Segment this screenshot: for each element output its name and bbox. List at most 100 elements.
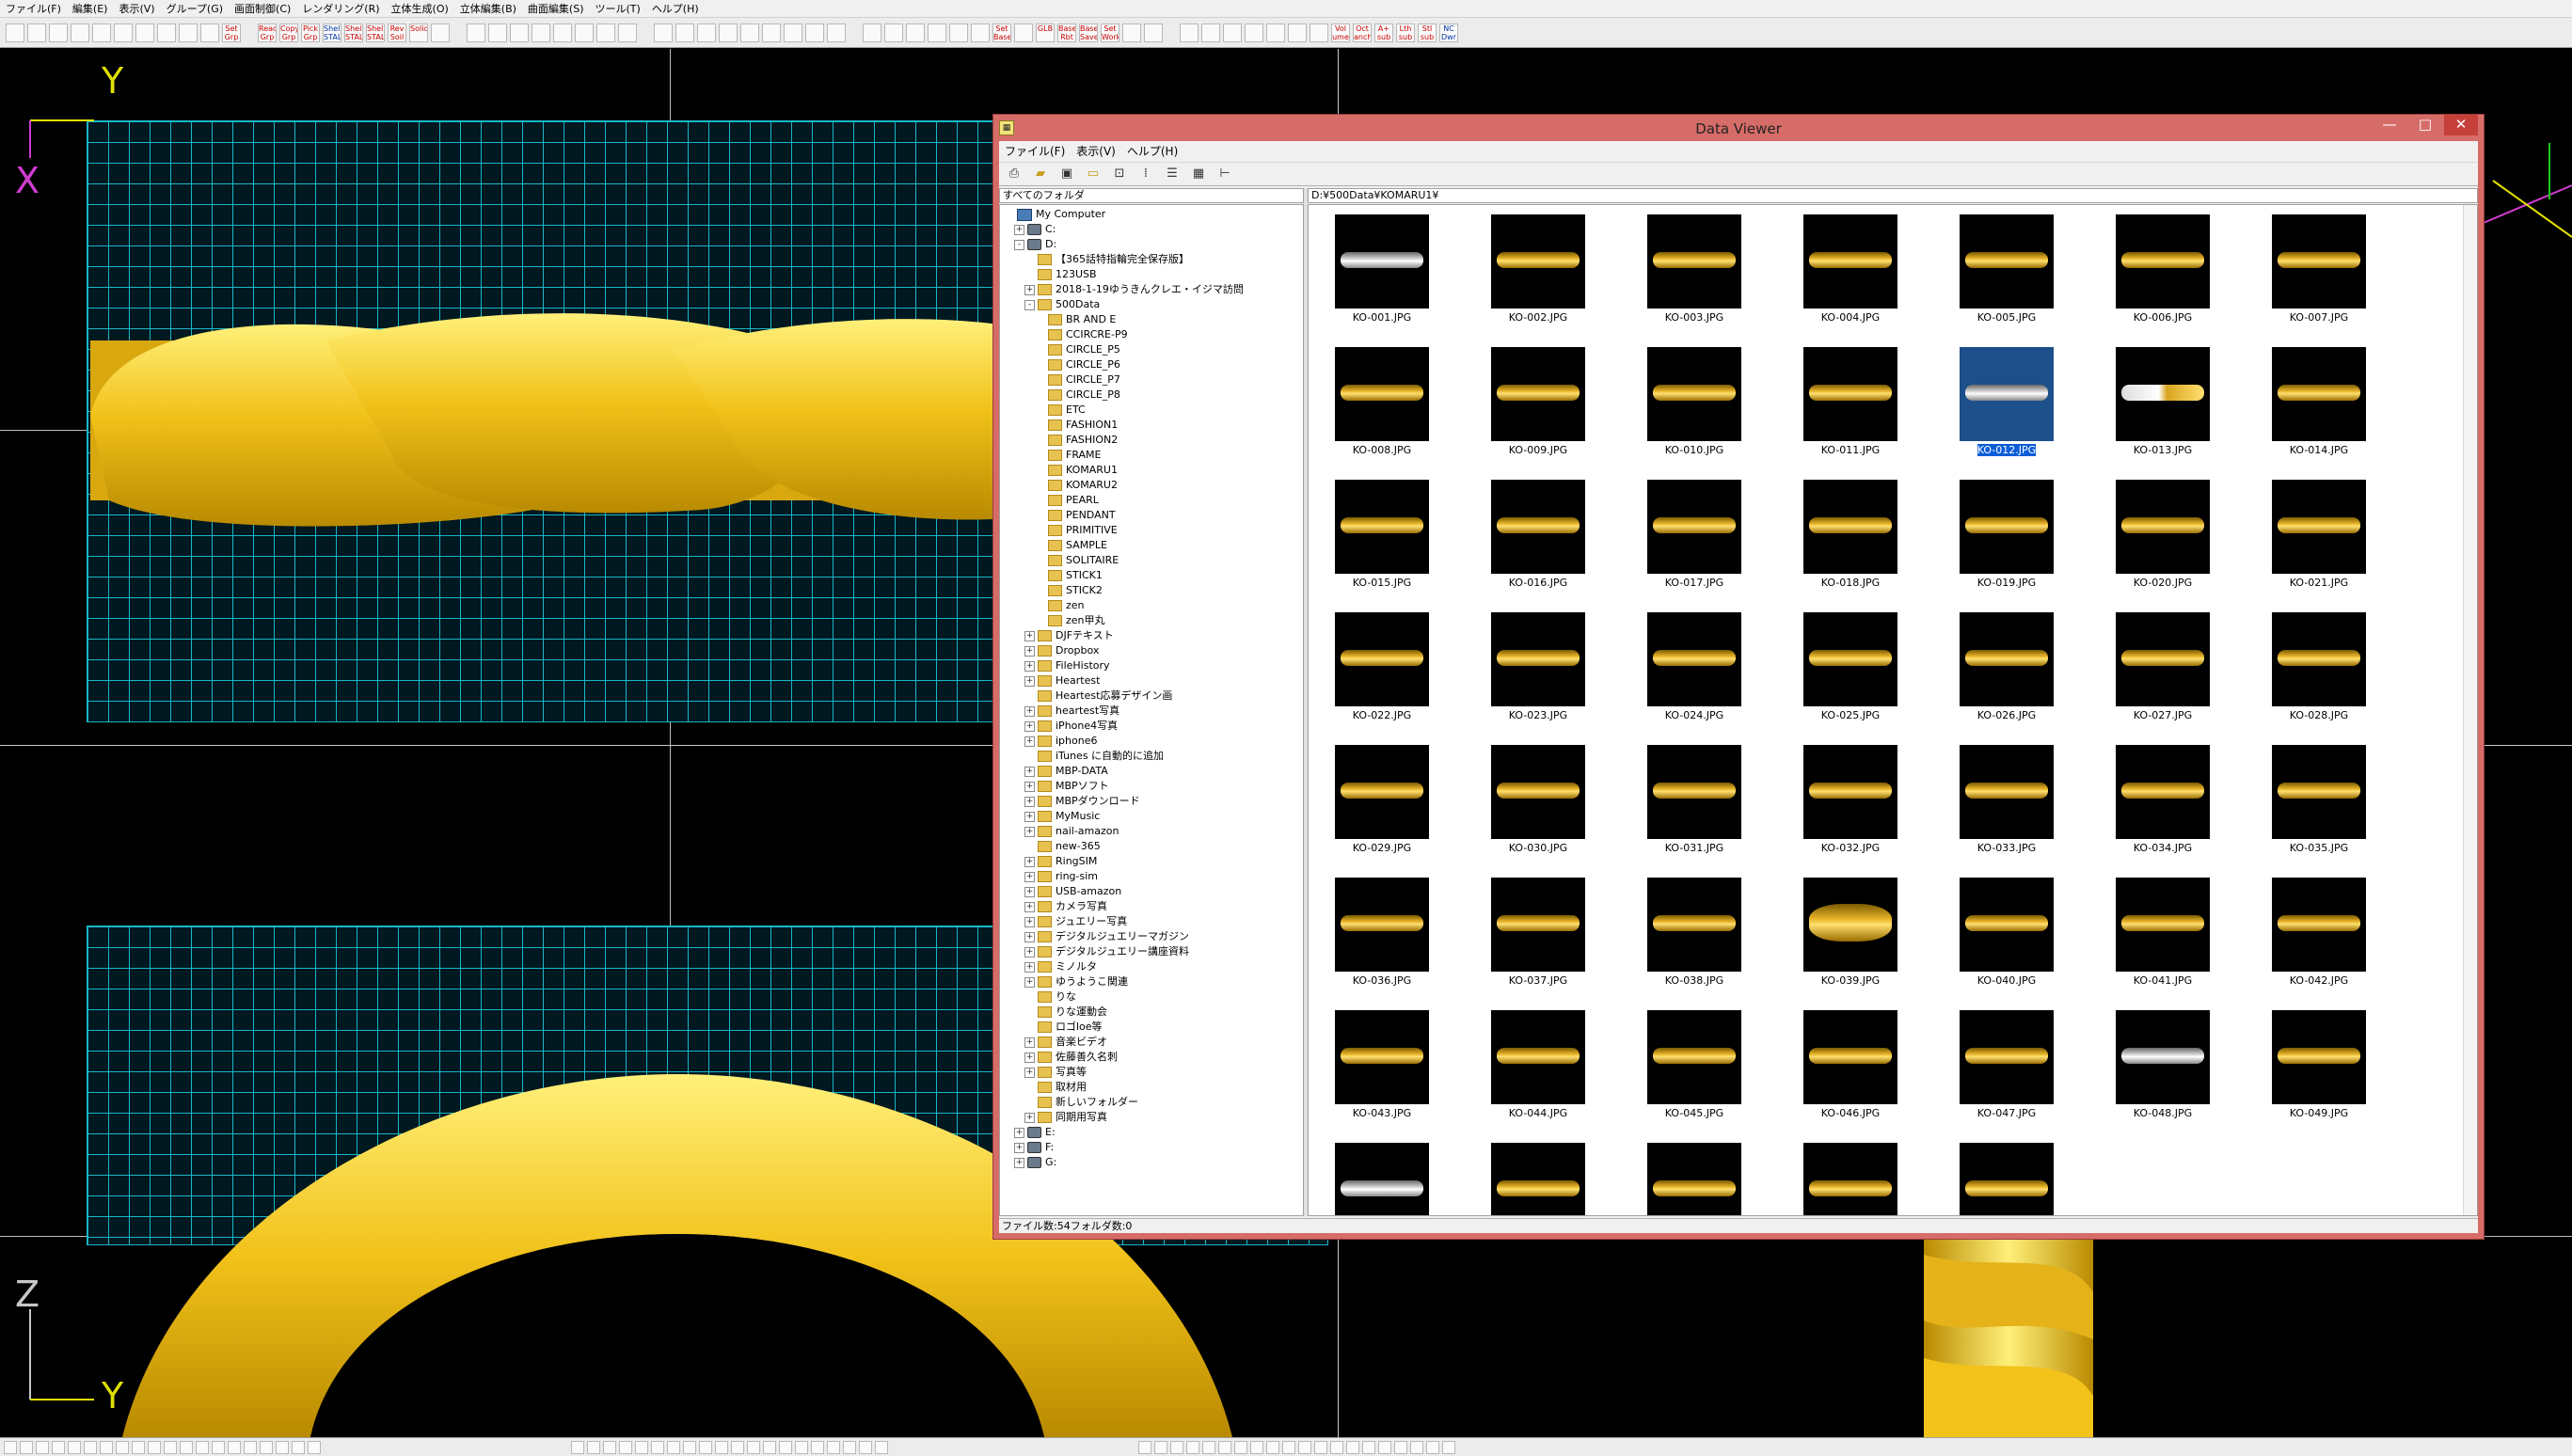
statusbar-tool-icon[interactable] [731, 1440, 744, 1454]
thumbnail-filename[interactable]: KO-031.JPG [1633, 842, 1755, 854]
thumbnail-filename[interactable]: KO-013.JPG [2102, 444, 2224, 456]
thumbnail-image[interactable] [1803, 878, 1897, 972]
thumbnail-image[interactable] [1960, 347, 2054, 441]
thumbnail-image[interactable] [2272, 1010, 2366, 1104]
thumbnail-image[interactable] [1647, 1143, 1741, 1215]
expand-icon[interactable]: + [1014, 224, 1024, 235]
thumbnail-image[interactable] [1491, 1143, 1585, 1215]
cad-toolbar-button[interactable] [596, 23, 615, 42]
tree-item[interactable]: PEARL [1035, 493, 1099, 508]
statusbar-tool-icon[interactable] [619, 1440, 632, 1454]
cad-menu-item[interactable]: 画面制御(C) [229, 1, 296, 16]
cad-toolbar-button[interactable] [532, 23, 550, 42]
cad-menu-item[interactable]: 編集(E) [67, 1, 114, 16]
tree-item[interactable]: + iPhone4写真 [1024, 719, 1118, 734]
thumbnail-image[interactable] [1960, 745, 2054, 839]
expand-icon[interactable]: + [1024, 675, 1035, 687]
cad-toolbar-button[interactable] [1201, 23, 1220, 42]
expand-icon[interactable]: + [1024, 811, 1035, 822]
tree-item[interactable]: + DJFテキスト [1024, 628, 1114, 643]
expand-icon[interactable]: + [1024, 1052, 1035, 1063]
thumbnail-image[interactable] [1647, 347, 1741, 441]
expand-icon[interactable]: + [1024, 946, 1035, 957]
tree-item[interactable]: + 同期用写真 [1024, 1110, 1107, 1125]
thumbnail-image[interactable] [2116, 612, 2210, 706]
tree-item[interactable]: + USB-amazon [1024, 884, 1121, 899]
cad-toolbar-button[interactable] [49, 23, 68, 42]
tree-item[interactable]: CIRCLE_P6 [1035, 357, 1120, 372]
statusbar-tool-icon[interactable] [747, 1440, 760, 1454]
tree-item[interactable]: + Heartest [1024, 673, 1100, 688]
thumbnail-filename[interactable]: KO-043.JPG [1321, 1107, 1443, 1119]
statusbar-tool-icon[interactable] [308, 1440, 321, 1454]
statusbar-tool-icon[interactable] [683, 1440, 696, 1454]
thumbnail-image[interactable] [1491, 480, 1585, 574]
cad-toolbar-button[interactable]: GLB [1036, 23, 1055, 42]
expand-icon[interactable]: + [1024, 871, 1035, 882]
vertical-scrollbar[interactable] [2463, 205, 2477, 1215]
thumbnail-filename[interactable]: KO-042.JPG [2258, 974, 2380, 987]
cad-toolbar-button[interactable]: Vol ume [1331, 23, 1350, 42]
tree-item[interactable]: STICK1 [1035, 568, 1103, 583]
tree-item[interactable]: + MBP-DATA [1024, 764, 1108, 779]
thumbnail-image[interactable] [2272, 214, 2366, 309]
tree-item[interactable]: りな運動会 [1024, 1005, 1107, 1020]
statusbar-tool-icon[interactable] [1266, 1440, 1279, 1454]
cad-toolbar-button[interactable] [654, 23, 673, 42]
cad-toolbar-button[interactable] [805, 23, 824, 42]
statusbar-tool-icon[interactable] [1346, 1440, 1359, 1454]
thumbnail-image[interactable] [1647, 612, 1741, 706]
close-button[interactable]: ✕ [2444, 115, 2478, 135]
cad-toolbar-button[interactable] [488, 23, 507, 42]
minimize-button[interactable]: — [2373, 115, 2406, 135]
cad-toolbar-button[interactable] [827, 23, 846, 42]
thumbnail-filename[interactable]: KO-004.JPG [1789, 311, 1912, 324]
thumbnail-image[interactable] [2116, 347, 2210, 441]
tree-item[interactable]: + MyMusic [1024, 809, 1100, 824]
tree-item[interactable]: + デジタルジュエリーマガジン [1024, 929, 1189, 944]
thumbnail-filename[interactable]: KO-022.JPG [1321, 709, 1443, 721]
tree-item[interactable]: SAMPLE [1035, 538, 1107, 553]
cad-toolbar-button[interactable] [92, 23, 111, 42]
thumbnail-image[interactable] [1960, 878, 2054, 972]
thumbnail-image[interactable] [1803, 612, 1897, 706]
tree-item[interactable]: + Dropbox [1024, 643, 1099, 658]
statusbar-tool-icon[interactable] [4, 1440, 17, 1454]
thumbnail-image[interactable] [1335, 347, 1429, 441]
expand-icon[interactable]: + [1024, 931, 1035, 942]
statusbar-tool-icon[interactable] [1426, 1440, 1439, 1454]
cad-toolbar-button[interactable]: Read Grp [258, 23, 277, 42]
thumbnail-filename[interactable]: KO-045.JPG [1633, 1107, 1755, 1119]
cad-toolbar-button[interactable]: NC Dwr [1439, 23, 1458, 42]
expand-icon[interactable]: + [1024, 1067, 1035, 1078]
cad-toolbar-button[interactable] [157, 23, 176, 42]
folder-icon[interactable]: ▭ [1082, 164, 1104, 184]
cad-toolbar-button[interactable] [27, 23, 46, 42]
tree-item[interactable]: zen [1035, 598, 1085, 613]
expand-icon[interactable]: + [1024, 284, 1035, 295]
cad-toolbar-button[interactable] [1180, 23, 1199, 42]
statusbar-tool-icon[interactable] [875, 1440, 888, 1454]
statusbar-tool-icon[interactable] [667, 1440, 680, 1454]
statusbar-tool-icon[interactable] [36, 1440, 49, 1454]
tree-item[interactable]: + nail-amazon [1024, 824, 1119, 839]
tree-item[interactable]: CCIRCRE-P9 [1035, 327, 1128, 342]
expand-icon[interactable]: + [1024, 901, 1035, 912]
cad-toolbar-button[interactable]: Shell STAL [323, 23, 341, 42]
statusbar-tool-icon[interactable] [20, 1440, 33, 1454]
cad-toolbar-button[interactable] [200, 23, 219, 42]
thumbnail-filename[interactable]: KO-001.JPG [1321, 311, 1443, 324]
thumbnail-image[interactable] [2272, 480, 2366, 574]
thumbnail-filename[interactable]: KO-028.JPG [2258, 709, 2380, 721]
tree-item[interactable]: STICK2 [1035, 583, 1103, 598]
thumbnail-image[interactable] [2272, 347, 2366, 441]
cad-toolbar-button[interactable] [1245, 23, 1263, 42]
thumbnail-filename[interactable]: KO-027.JPG [2102, 709, 2224, 721]
cad-toolbar-button[interactable] [906, 23, 925, 42]
cad-toolbar-button[interactable] [135, 23, 154, 42]
thumbnail-image[interactable] [1803, 347, 1897, 441]
tree-item[interactable]: りな [1024, 989, 1076, 1005]
statusbar-tool-icon[interactable] [1314, 1440, 1327, 1454]
cad-toolbar-button[interactable] [762, 23, 781, 42]
save-icon[interactable]: ▣ [1056, 164, 1078, 184]
